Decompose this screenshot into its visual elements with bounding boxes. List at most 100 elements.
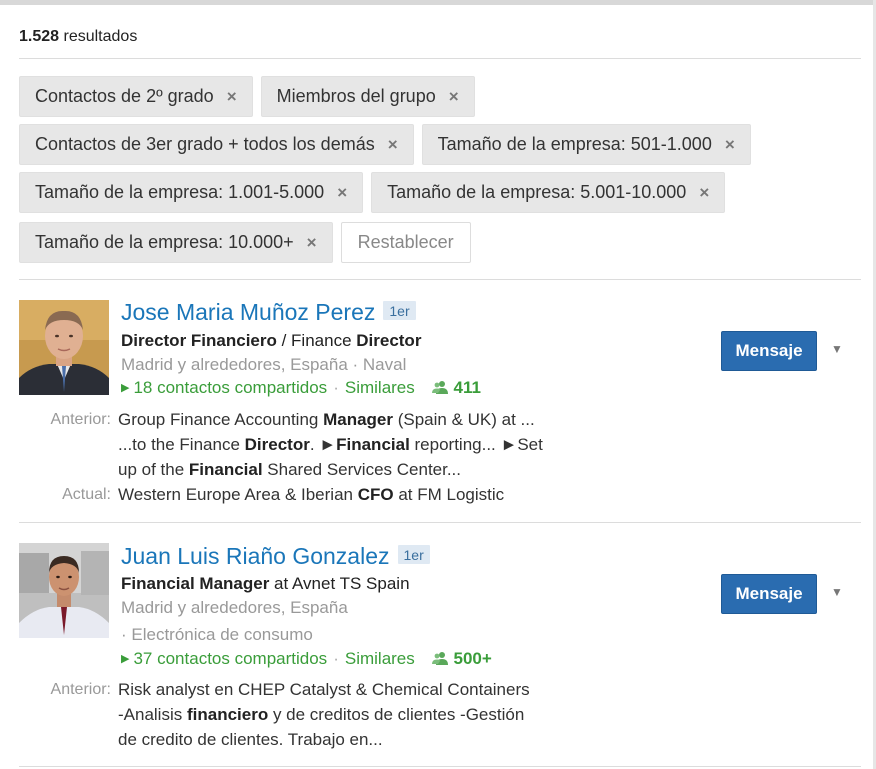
person-name-link[interactable]: Jose Maria Muñoz Perez bbox=[121, 299, 375, 325]
headline-bold: Financial Manager bbox=[121, 574, 270, 593]
top-border bbox=[0, 0, 876, 5]
filter-label: Contactos de 3er grado + todos los demás bbox=[35, 134, 375, 154]
snippet-line: Group Finance Accounting Manager (Spain … bbox=[118, 407, 578, 432]
snippet-text: (Spain & UK) at ... bbox=[393, 410, 535, 429]
snippet-line: ...to the Finance Director. ►Financial r… bbox=[118, 432, 578, 457]
message-button[interactable]: Mensaje bbox=[721, 574, 817, 614]
snippet-text: . ► bbox=[309, 435, 337, 454]
snippet-text: reporting... ►Set bbox=[409, 435, 543, 454]
remove-filter-icon[interactable]: × bbox=[449, 87, 459, 107]
filter-size-1001-5000[interactable]: Tamaño de la empresa: 1.001-5.000 × bbox=[19, 172, 364, 213]
snippet-text: -Analisis bbox=[118, 705, 187, 724]
filter-label: Contactos de 2º grado bbox=[35, 86, 214, 106]
headline-bold: Director Financiero bbox=[121, 331, 277, 350]
results-count-number: 1.528 bbox=[19, 28, 60, 45]
chevron-down-icon[interactable]: ▼ bbox=[831, 585, 845, 599]
message-button[interactable]: Mensaje bbox=[721, 331, 817, 371]
snippet-line: -Analisis financiero y de creditos de cl… bbox=[118, 702, 578, 727]
snippet-bold: Director bbox=[244, 435, 310, 454]
person-name[interactable]: Jose Maria Muñoz Perez 1er bbox=[121, 299, 416, 326]
remove-filter-icon[interactable]: × bbox=[699, 183, 709, 203]
connections-icon bbox=[431, 652, 448, 665]
snippet-line: Risk analyst en CHEP Catalyst & Chemical… bbox=[118, 677, 578, 702]
filter-label: Miembros del grupo bbox=[276, 86, 436, 106]
person-headline: Financial Manager at Avnet TS Spain bbox=[121, 574, 410, 594]
remove-filter-icon[interactable]: × bbox=[227, 87, 237, 107]
profile-photo bbox=[19, 300, 109, 395]
chevron-down-icon[interactable]: ▼ bbox=[831, 342, 845, 356]
current-label: Actual: bbox=[62, 486, 111, 503]
expand-triangle-icon[interactable]: ▶ bbox=[121, 653, 129, 665]
shared-connections-link[interactable]: 18 contactos compartidos bbox=[133, 378, 327, 397]
snippet-line: de credito de clientes. Trabajo en... bbox=[118, 727, 578, 752]
degree-badge: 1er bbox=[383, 301, 416, 320]
divider bbox=[19, 522, 861, 523]
snippet-text: Shared Services Center... bbox=[262, 460, 462, 479]
person-name-link[interactable]: Juan Luis Riaño Gonzalez bbox=[121, 543, 390, 569]
connections-icon bbox=[431, 381, 448, 394]
snippet-bold: CFO bbox=[357, 485, 394, 504]
snippet-text: de credito de clientes. Trabajo en... bbox=[118, 730, 383, 749]
snippet-text: up of the bbox=[118, 460, 189, 479]
snippet-text: ...to the Finance bbox=[118, 435, 245, 454]
filter-group-members[interactable]: Miembros del grupo × bbox=[260, 76, 475, 117]
filter-label: Tamaño de la empresa: 501-1.000 bbox=[437, 134, 712, 154]
filter-size-10000-plus[interactable]: Tamaño de la empresa: 10.000+ × bbox=[19, 222, 333, 263]
previous-positions: Group Finance Accounting Manager (Spain … bbox=[118, 407, 578, 482]
avatar[interactable] bbox=[19, 300, 109, 395]
connections-line: ▶ 18 contactos compartidos · Similares 411 bbox=[121, 378, 481, 397]
snippet-bold: Manager bbox=[323, 410, 393, 429]
previous-label: Anterior: bbox=[50, 411, 111, 428]
filter-size-501-1000[interactable]: Tamaño de la empresa: 501-1.000 × bbox=[421, 124, 751, 165]
snippet-bold: financiero bbox=[186, 705, 269, 724]
shared-connections-link[interactable]: 37 contactos compartidos bbox=[133, 649, 327, 668]
headline-text: at Avnet TS Spain bbox=[269, 574, 410, 593]
snippet-bold: Financial bbox=[188, 460, 263, 479]
remove-filter-icon[interactable]: × bbox=[388, 135, 398, 155]
expand-triangle-icon[interactable]: ▶ bbox=[121, 382, 129, 394]
previous-positions: Risk analyst en CHEP Catalyst & Chemical… bbox=[118, 677, 578, 752]
current-position: Western Europe Area & Iberian CFO at FM … bbox=[118, 482, 578, 507]
filter-2nd-degree[interactable]: Contactos de 2º grado × bbox=[19, 76, 253, 117]
person-name[interactable]: Juan Luis Riaño Gonzalez 1er bbox=[121, 543, 430, 570]
person-industry: · Electrónica de consumo bbox=[121, 625, 313, 644]
filter-label: Tamaño de la empresa: 1.001-5.000 bbox=[35, 182, 325, 202]
avatar[interactable] bbox=[19, 543, 109, 638]
filter-size-5001-10000[interactable]: Tamaño de la empresa: 5.001-10.000 × bbox=[371, 172, 726, 213]
filter-label: Tamaño de la empresa: 5.001-10.000 bbox=[387, 182, 687, 202]
remove-filter-icon[interactable]: × bbox=[307, 233, 317, 253]
profile-photo bbox=[19, 543, 109, 638]
previous-label: Anterior: bbox=[50, 681, 111, 698]
snippet-text: Risk analyst en CHEP Catalyst & Chemical… bbox=[118, 680, 530, 699]
result-card: Jose Maria Muñoz Perez 1er Director Finan… bbox=[19, 299, 861, 515]
degree-badge: 1er bbox=[397, 545, 430, 564]
person-headline: Director Financiero / Finance Director bbox=[121, 331, 421, 351]
connections-count: 411 bbox=[453, 378, 481, 397]
snippet-bold: Financial bbox=[336, 435, 410, 454]
remove-filter-icon[interactable]: × bbox=[337, 183, 347, 203]
facet-row-2: Contactos de 3er grado + todos los demás… bbox=[19, 124, 751, 165]
snippet-text: Group Finance Accounting bbox=[118, 410, 324, 429]
person-location: Madrid y alrededores, España · Naval bbox=[121, 355, 407, 374]
results-count: 1.528 resultados bbox=[19, 28, 137, 46]
divider bbox=[19, 766, 861, 767]
snippet-text: at FM Logistic bbox=[393, 485, 505, 504]
results-count-label: resultados bbox=[63, 28, 138, 45]
similar-link[interactable]: Similares bbox=[345, 378, 415, 397]
divider bbox=[19, 58, 861, 59]
headline-bold: Director bbox=[356, 331, 422, 350]
result-card: Juan Luis Riaño Gonzalez 1er Financial Ma… bbox=[19, 543, 861, 758]
snippet-text: y de creditos de clientes -Gestión bbox=[268, 705, 525, 724]
facet-row-4: Tamaño de la empresa: 10.000+ × Restable… bbox=[19, 222, 471, 263]
divider bbox=[19, 279, 861, 280]
snippet-text: Western Europe Area & Iberian bbox=[118, 485, 358, 504]
headline-text: / Finance bbox=[276, 331, 357, 350]
snippet-line: up of the Financial Shared Services Cent… bbox=[118, 457, 578, 482]
connections-line: ▶ 37 contactos compartidos · Similares 500+ bbox=[121, 649, 492, 668]
remove-filter-icon[interactable]: × bbox=[725, 135, 735, 155]
filter-3rd-degree[interactable]: Contactos de 3er grado + todos los demás… bbox=[19, 124, 414, 165]
person-location: Madrid y alrededores, España bbox=[121, 598, 348, 617]
reset-filters-button[interactable]: Restablecer bbox=[340, 222, 471, 263]
facet-row-1: Contactos de 2º grado × Miembros del gru… bbox=[19, 76, 475, 117]
similar-link[interactable]: Similares bbox=[345, 649, 415, 668]
